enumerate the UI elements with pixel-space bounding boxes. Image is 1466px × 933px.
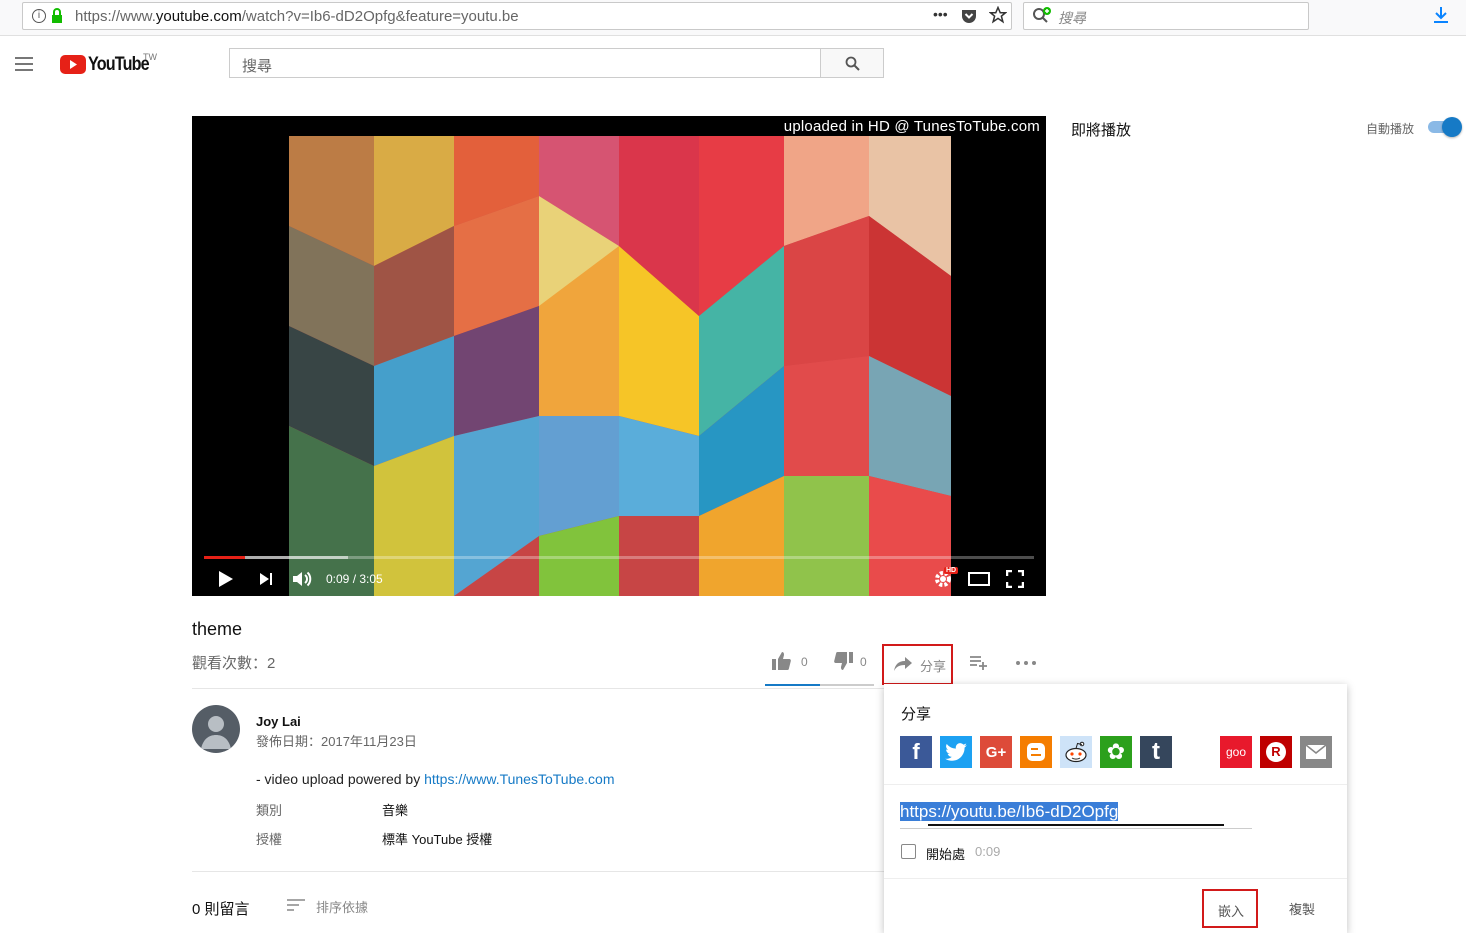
reddit-share-icon[interactable] <box>1060 736 1092 768</box>
url-text: https://www.youtube.com/watch?v=Ib6-dD2O… <box>75 8 519 25</box>
like-button[interactable]: 0 <box>772 652 820 676</box>
dislike-button[interactable]: 0 <box>833 652 873 676</box>
autoplay-label: 自動播放 <box>1366 122 1415 136</box>
reddit-alien-icon <box>1065 741 1087 763</box>
view-count: 觀看次數：2 <box>192 655 276 672</box>
facebook-share-icon[interactable]: f <box>900 736 932 768</box>
sort-label: 排序依據 <box>316 900 369 915</box>
youtube-logo-text: YouTube <box>88 54 150 75</box>
thumbs-up-icon <box>772 652 791 670</box>
start-at-label: 開始處 <box>926 847 966 862</box>
envelope-icon <box>1306 745 1326 759</box>
autoplay-toggle[interactable] <box>1428 117 1462 137</box>
start-at-checkbox[interactable] <box>901 844 916 859</box>
embed-button[interactable]: 嵌入 <box>1202 889 1258 928</box>
download-icon[interactable] <box>1433 6 1449 29</box>
blogger-share-icon[interactable] <box>1020 736 1052 768</box>
menu-icon[interactable] <box>15 57 33 76</box>
channel-avatar[interactable] <box>192 705 240 753</box>
divider <box>884 784 1347 785</box>
description: - video upload powered by https://www.Tu… <box>256 771 614 787</box>
sort-button[interactable]: 排序依據 <box>287 896 387 916</box>
publish-date: 發佈日期：2017年11月23日 <box>256 734 417 749</box>
progress-bar[interactable] <box>204 556 1034 559</box>
lock-icon <box>51 8 63 29</box>
next-icon[interactable] <box>259 572 273 586</box>
browser-search-placeholder: 搜尋 <box>1058 10 1086 26</box>
share-button[interactable]: 分享 <box>882 644 953 685</box>
start-at-time[interactable]: 0:09 <box>975 844 1000 859</box>
like-bar <box>765 684 820 686</box>
search-engine-icon[interactable] <box>1032 7 1052 30</box>
avatar-person-icon <box>201 716 231 749</box>
twitter-share-icon[interactable] <box>940 736 972 768</box>
youtube-search-button[interactable] <box>820 48 884 78</box>
category-label: 類別 <box>256 803 283 818</box>
add-to-playlist-icon[interactable] <box>970 656 988 670</box>
google-plus-share-icon[interactable]: G+ <box>980 736 1012 768</box>
up-next-heading: 即將播放 <box>1071 122 1132 139</box>
youtube-search-input[interactable]: 搜尋 <box>229 48 821 78</box>
share-link[interactable]: https://youtu.be/Ib6-dD2Opfg <box>900 802 1119 821</box>
more-actions-icon[interactable] <box>1016 661 1036 665</box>
sort-icon <box>287 899 305 911</box>
played-bar <box>204 556 245 559</box>
info-icon[interactable]: i <box>32 9 46 23</box>
rakuten-share-icon[interactable]: R <box>1260 736 1292 768</box>
region-label: TW <box>143 52 157 62</box>
play-icon[interactable] <box>218 570 234 588</box>
twitter-bird-icon <box>945 743 967 761</box>
share-panel: 分享 https://youtu.be/Ib6-dD2Opfg 開始處 0:09… <box>884 684 1347 933</box>
category-value[interactable]: 音樂 <box>382 800 408 819</box>
video-player[interactable]: uploaded in HD @ TunesToTube.com 0:09 / … <box>192 116 1046 596</box>
embed-label: 嵌入 <box>1218 904 1245 919</box>
rakuten-r-icon: R <box>1266 742 1286 762</box>
goo-share-icon[interactable]: goo <box>1220 736 1252 768</box>
like-count: 0 <box>801 655 808 669</box>
blogger-b-icon <box>1027 743 1045 761</box>
divider <box>192 871 892 872</box>
browser-toolbar: i https://www.youtube.com/watch?v=Ib6-dD… <box>0 0 1466 36</box>
bookmark-star-icon[interactable] <box>988 5 1008 29</box>
dislike-count: 0 <box>860 655 867 669</box>
divider <box>884 878 1347 879</box>
vk-share-icon[interactable]: ✿ <box>1100 736 1132 768</box>
autoplay-toggle-knob <box>1442 117 1462 137</box>
browser-search-box[interactable]: 搜尋 <box>1023 2 1309 30</box>
share-link-underline <box>928 824 1224 826</box>
dislike-bar <box>820 684 874 686</box>
volume-icon[interactable] <box>292 570 314 588</box>
video-frame-image <box>289 136 951 596</box>
video-watermark: uploaded in HD @ TunesToTube.com <box>783 118 1040 135</box>
pocket-icon[interactable] <box>961 8 977 29</box>
player-controls: 0:09 / 3:05 HD <box>192 562 1046 596</box>
hd-badge: HD <box>944 567 959 574</box>
description-text: - video upload powered by <box>256 771 425 787</box>
channel-name[interactable]: Joy Lai <box>256 714 301 729</box>
share-arrow-icon <box>894 657 912 671</box>
address-bar[interactable]: i https://www.youtube.com/watch?v=Ib6-dD… <box>22 2 1012 30</box>
theater-mode-icon[interactable] <box>968 572 990 586</box>
video-title: theme <box>192 619 243 639</box>
time-display: 0:09 / 3:05 <box>326 572 383 586</box>
description-link[interactable]: https://www.TunesToTube.com <box>424 771 614 787</box>
license-value: 標準 YouTube 授權 <box>382 832 493 847</box>
comment-count: 0 則留言 <box>192 901 250 918</box>
share-panel-title: 分享 <box>901 706 932 723</box>
thumbs-down-icon <box>834 652 853 670</box>
copy-button[interactable]: 複製 <box>1289 899 1315 918</box>
share-label: 分享 <box>920 659 947 674</box>
email-share-icon[interactable] <box>1300 736 1332 768</box>
search-icon <box>845 56 860 71</box>
youtube-search-placeholder: 搜尋 <box>242 58 273 75</box>
tumblr-share-icon[interactable]: t <box>1140 736 1172 768</box>
fullscreen-icon[interactable] <box>1006 570 1024 588</box>
youtube-play-logo-icon <box>60 55 86 74</box>
license-label: 授權 <box>256 832 283 847</box>
page-actions-icon[interactable]: ••• <box>933 6 948 22</box>
